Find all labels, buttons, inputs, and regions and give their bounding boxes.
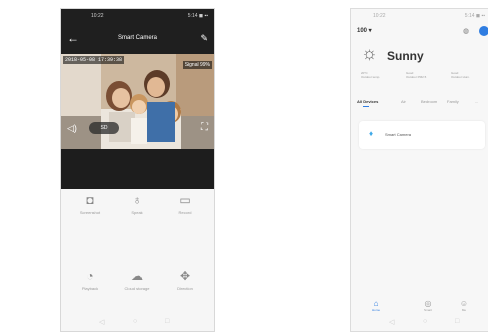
direction-button[interactable]: ✥ Direction <box>162 269 208 291</box>
speak-label: Speak <box>131 210 143 215</box>
microphone-icon: ♁ <box>132 193 142 207</box>
system-home-icon[interactable]: ○ <box>133 318 137 325</box>
video-controls-bar <box>61 149 214 189</box>
nav-home-label: Home <box>371 308 380 312</box>
status-time: 10:22 <box>373 13 386 19</box>
system-nav-bar: ◁ ○ □ <box>351 318 488 328</box>
tab-family[interactable]: Family <box>447 99 459 104</box>
status-bar: 10:22 5:14 ◼ ▪▪ <box>351 9 488 23</box>
weather-stat-label: Outdoor temp. <box>361 75 381 79</box>
edit-pencil-icon[interactable]: ✎ <box>200 33 208 44</box>
playback-icon: ◔ <box>86 269 94 283</box>
camera-header: 10:22 5:14 ◼ ▪▪ ← Smart Camera ✎ <box>61 9 214 54</box>
room-tabs: All Devices Air Bedroom Family ... <box>357 99 488 109</box>
home-screen: 10:22 5:14 ◼ ▪▪ 100 ▾ ◍ ☼ Sunny 20°C Out… <box>350 8 488 332</box>
weather-stat-label: Outdoor PM2.5 <box>406 75 427 79</box>
status-bar: 10:22 5:14 ◼ ▪▪ <box>61 9 214 25</box>
playback-label: Playback <box>81 286 99 291</box>
status-indicators: 5:14 ◼ ▪▪ <box>464 13 485 19</box>
osd-datetime: 2018-05-08 17:39:38 <box>63 56 125 64</box>
home-icon: ⌂ <box>373 299 379 308</box>
cloud-storage-label: Cloud storage <box>124 286 150 291</box>
weather-stat-label: Outdoor Hum. <box>451 75 470 79</box>
status-indicators: 5:14 ◼ ▪▪ <box>187 13 208 19</box>
weather-panel: ☼ Sunny 20°C Outdoor temp. Good Outdoor … <box>351 23 488 95</box>
record-button[interactable]: ▭ Record <box>162 193 208 215</box>
system-nav-bar: ◁ ○ □ <box>61 318 214 328</box>
nav-smart[interactable]: ◎ Smart <box>415 299 441 312</box>
record-icon: ▭ <box>179 193 191 207</box>
camera-device-icon: ♦ <box>369 129 374 138</box>
tab-more[interactable]: ... <box>475 99 478 104</box>
weather-stat: 20°C Outdoor temp. <box>361 71 385 79</box>
bottom-nav: ⌂ Home ◎ Smart ☺ Me <box>351 299 488 317</box>
weather-stat: Good Outdoor Hum. <box>451 71 477 79</box>
cloud-storage-button[interactable]: ☁ Cloud storage <box>114 269 160 291</box>
fullscreen-icon[interactable]: ⛶ <box>201 122 208 133</box>
nav-me-label: Me <box>461 308 467 312</box>
system-home-icon[interactable]: ○ <box>423 318 427 325</box>
device-card-smart-camera[interactable]: ♦ Smart Camera <box>359 121 485 149</box>
tab-bedroom[interactable]: Bedroom <box>421 99 437 104</box>
screenshot-button[interactable]: ◘ Screenshot <box>67 193 113 215</box>
weather-condition: Sunny <box>387 49 424 63</box>
playback-button[interactable]: ◔ Playback <box>67 269 113 291</box>
live-video-feed[interactable]: 2018-05-08 17:39:38 Signal 99% ◁) SD ⛶ <box>61 54 214 149</box>
screenshot-icon: ◘ <box>86 193 94 207</box>
screenshot-label: Screenshot <box>79 210 101 215</box>
function-grid: ◘ Screenshot ♁ Speak ▭ Record ◔ Playback… <box>61 189 214 331</box>
system-recents-icon[interactable]: □ <box>165 318 169 325</box>
smart-icon: ◎ <box>424 299 432 308</box>
quality-toggle[interactable]: SD <box>89 122 119 134</box>
camera-screen: 10:22 5:14 ◼ ▪▪ ← Smart Camera ✎ 2018-05… <box>60 8 215 332</box>
camera-nav-bar: ← Smart Camera ✎ <box>61 27 214 51</box>
speaker-icon[interactable]: ◁) <box>67 123 77 134</box>
weather-stat: Good Outdoor PM2.5 <box>406 71 432 79</box>
sun-icon: ☼ <box>361 43 378 63</box>
me-icon: ☺ <box>459 299 469 308</box>
device-name: Smart Camera <box>385 132 412 137</box>
status-time: 10:22 <box>91 13 104 19</box>
tab-all-devices[interactable]: All Devices <box>357 99 378 104</box>
camera-title: Smart Camera <box>117 35 157 41</box>
record-label: Record <box>178 210 192 215</box>
osd-signal: Signal 99% <box>182 61 212 69</box>
active-tab-indicator <box>363 106 369 107</box>
nav-smart-label: Smart <box>423 308 432 312</box>
nav-home[interactable]: ⌂ Home <box>363 299 389 312</box>
system-back-icon[interactable]: ◁ <box>389 318 394 326</box>
system-recents-icon[interactable]: □ <box>455 318 459 325</box>
cloud-storage-icon: ☁ <box>131 269 143 283</box>
nav-me[interactable]: ☺ Me <box>451 299 477 312</box>
system-back-icon[interactable]: ◁ <box>99 318 104 326</box>
direction-icon: ✥ <box>179 269 191 283</box>
direction-label: Direction <box>177 286 193 291</box>
speak-button[interactable]: ♁ Speak <box>114 193 160 215</box>
tab-air[interactable]: Air <box>401 99 406 104</box>
